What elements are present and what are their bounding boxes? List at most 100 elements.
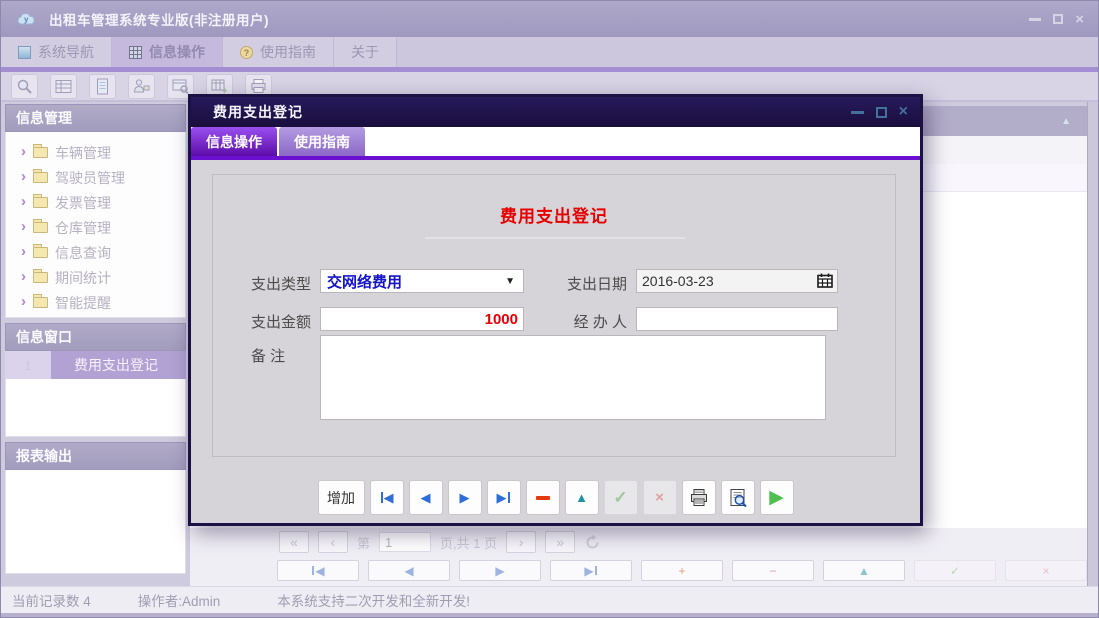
app-logo-icon: y <box>17 12 35 24</box>
window-bottom-edge <box>1 613 1098 617</box>
folder-icon <box>33 144 48 158</box>
dialog-tab-info-operation[interactable]: 信息操作 <box>191 127 277 156</box>
tree-item-warehouse[interactable]: › 仓库管理 <box>6 215 185 240</box>
document-icon[interactable] <box>89 73 116 99</box>
dialog-tab-user-guide[interactable]: 使用指南 <box>279 127 365 156</box>
printer-icon <box>690 489 707 506</box>
folder-icon <box>33 294 48 308</box>
sidebar-section-report-output[interactable]: 报表输出 <box>5 442 186 470</box>
dialog-close-icon[interactable]: × <box>899 104 908 120</box>
print-button[interactable] <box>681 480 716 515</box>
handler-label: 经 办 人 <box>573 314 627 331</box>
record-count-label: 当前记录数 4 <box>12 594 91 609</box>
user-icon[interactable] <box>128 73 155 99</box>
table-icon[interactable] <box>50 73 77 99</box>
add-button[interactable]: 增加 <box>317 480 365 515</box>
amount-input[interactable] <box>320 307 524 331</box>
tab-info-operation[interactable]: 信息操作 <box>112 37 223 67</box>
record-cancel-button[interactable]: × <box>1005 560 1087 581</box>
search-icon[interactable] <box>11 73 38 99</box>
restore-icon[interactable] <box>1053 14 1064 24</box>
tree-item-smart-reminder[interactable]: › 智能提醒 <box>6 290 185 315</box>
row-index: 1 <box>5 351 51 379</box>
page-next-button[interactable]: › <box>506 531 537 553</box>
collapse-icon[interactable]: ▲ <box>1061 116 1071 127</box>
record-save-button[interactable]: ✓ <box>914 560 996 581</box>
chevron-right-icon: › <box>21 143 26 160</box>
record-first-button[interactable]: ◀ <box>277 560 359 581</box>
remark-textarea[interactable] <box>320 335 826 420</box>
status-bar: 当前记录数 4 操作者:Admin 本系统支持二次开发和全新开发! <box>1 586 1098 613</box>
expense-type-select[interactable]: 交网络费用 ▼ <box>320 269 524 293</box>
page-first-button[interactable]: « <box>279 531 309 553</box>
tree-item-driver[interactable]: › 驾驶员管理 <box>6 165 185 190</box>
dropdown-arrow-icon: ▼ <box>505 275 515 287</box>
sidebar-section-info-manage[interactable]: 信息管理 <box>5 104 186 132</box>
tree-item-period-stats[interactable]: › 期间统计 <box>6 265 185 290</box>
minimize-icon[interactable] <box>1029 17 1042 21</box>
last-record-button[interactable]: ▶ <box>486 480 521 515</box>
dialog-restore-icon[interactable] <box>875 106 887 118</box>
folder-icon <box>33 194 48 208</box>
x-icon: × <box>655 489 664 506</box>
save-button[interactable]: ✓ <box>603 480 638 515</box>
record-delete-button[interactable]: − <box>732 560 814 581</box>
calendar-icon[interactable] <box>816 272 834 289</box>
remark-label: 备 注 <box>251 348 286 365</box>
window-title: 出租车管理系统专业版(非注册用户) <box>49 13 269 28</box>
next-record-button[interactable]: ▶ <box>447 480 482 515</box>
check-icon: ✓ <box>613 487 628 507</box>
record-prev-button[interactable]: ◀ <box>368 560 450 581</box>
dialog-titlebar[interactable]: 费用支出登记 × <box>191 97 920 127</box>
info-manage-tree: › 车辆管理 › 驾驶员管理 › 发票管理 › 仓库管理 › 信息查询 › 期间… <box>5 132 186 318</box>
expense-date-input[interactable] <box>636 269 838 293</box>
tree-item-info-query[interactable]: › 信息查询 <box>6 240 185 265</box>
tab-system-nav[interactable]: 系统导航 <box>1 37 112 67</box>
folder-icon <box>33 269 48 283</box>
tab-user-guide[interactable]: ? 使用指南 <box>223 37 334 67</box>
page-suffix-label: 页,共 1 页 <box>440 535 498 551</box>
chevron-right-icon: › <box>21 293 26 310</box>
record-next-button[interactable]: ▶ <box>459 560 541 581</box>
print-preview-button[interactable] <box>720 480 755 515</box>
chevron-right-icon: › <box>21 193 26 210</box>
status-message: 本系统支持二次开发和全新开发! <box>277 594 471 609</box>
vertical-scrollbar[interactable] <box>1087 102 1098 586</box>
dialog-minimize-icon[interactable] <box>850 110 864 114</box>
sidebar-section-info-window[interactable]: 信息窗口 <box>5 323 186 351</box>
record-add-button[interactable]: + <box>641 560 723 581</box>
cancel-button[interactable]: × <box>642 480 677 515</box>
record-nav-bar: ◀ ◀ ▶ ▶ + − ▲ ✓ × <box>277 560 1087 581</box>
form-panel: 费用支出登记 支出类型 交网络费用 ▼ 支出日期 2016-03-23 支出金额… <box>212 174 896 457</box>
expense-dialog: 费用支出登记 × 信息操作 使用指南 费用支出登记 支出类型 交网络费用 ▼ 支… <box>188 94 923 526</box>
sidebar: 信息管理 › 车辆管理 › 驾驶员管理 › 发票管理 › 仓库管理 › 信息查询… <box>5 104 186 586</box>
record-last-button[interactable]: ▶ <box>550 560 632 581</box>
refresh-icon[interactable] <box>584 534 601 551</box>
delete-button[interactable] <box>525 480 560 515</box>
triangle-up-icon: ▲ <box>575 490 588 505</box>
first-record-button[interactable]: ◀ <box>369 480 404 515</box>
heading-divider <box>425 237 685 239</box>
run-button[interactable]: ▶ <box>759 480 794 515</box>
dialog-title: 费用支出登记 <box>213 104 303 120</box>
chevron-right-icon: › <box>21 268 26 285</box>
dialog-tabbar: 信息操作 使用指南 <box>191 127 920 156</box>
form-heading: 费用支出登记 <box>500 207 608 226</box>
nav-square-icon <box>18 45 31 59</box>
tab-about[interactable]: 关于 <box>334 37 397 67</box>
record-edit-button[interactable]: ▲ <box>823 560 905 581</box>
page-number-input[interactable] <box>379 532 432 552</box>
page-last-button[interactable]: » <box>545 531 576 553</box>
close-icon[interactable]: × <box>1075 12 1084 27</box>
page-prev-button[interactable]: ‹ <box>318 531 348 553</box>
edit-button[interactable]: ▲ <box>564 480 599 515</box>
info-window-row[interactable]: 1 费用支出登记 <box>5 351 186 379</box>
expense-type-value: 交网络费用 <box>327 273 403 291</box>
operator-label: 操作者:Admin <box>137 594 221 609</box>
handler-input[interactable] <box>636 307 838 331</box>
tree-item-vehicle[interactable]: › 车辆管理 <box>6 140 185 165</box>
amount-label: 支出金额 <box>250 314 311 331</box>
row-label: 费用支出登记 <box>51 351 186 379</box>
tree-item-invoice[interactable]: › 发票管理 <box>6 190 185 215</box>
prev-record-button[interactable]: ◀ <box>408 480 443 515</box>
